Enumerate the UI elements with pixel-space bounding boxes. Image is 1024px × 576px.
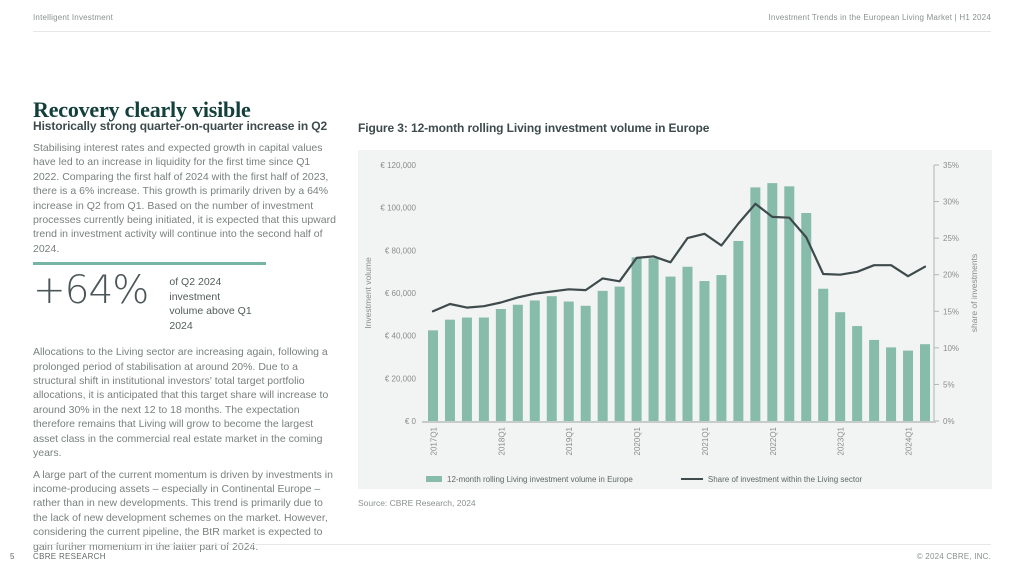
bar-2017Q2: [444, 319, 455, 421]
report-page: Intelligent Investment Investment Trends…: [0, 0, 1024, 576]
bar-2023Q3: [869, 339, 880, 421]
stat-caption-line-1: of Q2 2024 investment: [169, 276, 222, 303]
bar-2023Q1: [835, 312, 846, 421]
svg-text:35%: 35%: [943, 161, 959, 170]
svg-text:€ 40,000: € 40,000: [385, 332, 417, 341]
share-line: [431, 202, 927, 313]
svg-text:€ 60,000: € 60,000: [385, 289, 417, 298]
header-divider: [33, 31, 991, 32]
svg-text:20%: 20%: [943, 271, 959, 280]
bar-2020Q3: [665, 276, 676, 421]
legend-volume-label: 12-month rolling Living investment volum…: [447, 474, 633, 484]
paragraph-1: Stabilising interest rates and expected …: [33, 142, 336, 255]
footer-copyright: © 2024 CBRE, INC.: [916, 552, 991, 561]
article-column: Historically strong quarter-on-quarter i…: [33, 119, 355, 561]
paragraph-2: Allocations to the Living sector are inc…: [33, 346, 329, 460]
bar-2019Q3: [597, 290, 608, 421]
right-axis: 0% 5% 10% 15% 20% 25% 30% 35%: [933, 161, 959, 426]
stat-value: +64%: [33, 268, 149, 314]
svg-text:€ 0: € 0: [405, 417, 417, 426]
legend-share-label: Share of investment within the Living se…: [707, 474, 863, 484]
bar-2017Q3: [461, 317, 472, 421]
left-axis-labels: € 0 € 20,000 € 40,000 € 60,000 € 80,000 € 100…: [380, 161, 416, 426]
bar-2022Q4: [818, 288, 829, 421]
bar-2018Q4: [546, 296, 557, 421]
svg-text:10%: 10%: [943, 344, 959, 353]
bar-2019Q4: [614, 286, 625, 421]
page-number: 5: [10, 552, 15, 561]
bar-2021Q1: [699, 281, 710, 421]
svg-text:€ 20,000: € 20,000: [385, 374, 417, 383]
svg-text:2019Q1: 2019Q1: [565, 426, 574, 455]
header-right-label: Investment Trends in the European Living…: [768, 13, 991, 22]
legend-item-share: Share of investment within the Living se…: [680, 474, 863, 484]
svg-text:5%: 5%: [943, 380, 955, 389]
x-axis-labels: 2017Q1 2018Q1 2019Q1 2020Q1 2021Q1 2022Q1 2023…: [430, 426, 914, 455]
chart-legend: 12-month rolling Living investment volum…: [358, 465, 992, 493]
left-axis-title: Investment volume: [363, 257, 373, 329]
svg-text:0%: 0%: [943, 417, 955, 426]
svg-text:2024Q1: 2024Q1: [905, 426, 914, 455]
chart-panel: € 0 € 20,000 € 40,000 € 60,000 € 80,000 € 100…: [358, 150, 992, 489]
svg-text:2022Q1: 2022Q1: [769, 426, 778, 455]
stat-caption: of Q2 2024 investment volume above Q1 20…: [169, 275, 266, 333]
bar-2017Q1: [428, 330, 438, 421]
bar-2020Q1: [631, 257, 642, 421]
bar-2020Q2: [648, 258, 659, 421]
living-investment-chart: € 0 € 20,000 € 40,000 € 60,000 € 80,000 € 100…: [363, 161, 979, 455]
bar-2018Q3: [529, 300, 540, 421]
bar-2018Q1: [495, 309, 506, 421]
bar-2021Q2: [716, 275, 727, 421]
bar-2019Q1: [563, 301, 574, 421]
bar-2018Q2: [512, 304, 523, 421]
bar-2022Q1: [767, 183, 778, 421]
svg-text:2023Q1: 2023Q1: [837, 426, 846, 455]
svg-text:2018Q1: 2018Q1: [497, 426, 506, 455]
section-heading: Historically strong quarter-on-quarter i…: [33, 119, 328, 133]
bar-2020Q4: [682, 266, 693, 421]
bar-2017Q4: [478, 317, 489, 421]
legend-line-swatch: [680, 477, 703, 481]
bar-2024Q1: [903, 350, 914, 421]
stat-callout: +64% of Q2 2024 investment volume above …: [33, 262, 266, 333]
svg-text:2017Q1: 2017Q1: [430, 426, 439, 455]
bar-2023Q4: [886, 347, 897, 421]
figure-column: Figure 3: 12-month rolling Living invest…: [358, 121, 992, 508]
bar-2021Q4: [750, 187, 761, 421]
stat-caption-line-2: volume above Q1 2024: [169, 305, 252, 332]
bar-2019Q2: [580, 305, 591, 421]
svg-text:€ 80,000: € 80,000: [385, 246, 417, 255]
bar-2023Q2: [852, 326, 863, 421]
footer-left-label: CBRE RESEARCH: [33, 552, 106, 561]
svg-text:25%: 25%: [943, 234, 959, 243]
footer-divider: [33, 544, 991, 545]
bar-2021Q3: [733, 240, 744, 421]
source-note: Source: CBRE Research, 2024: [358, 498, 476, 508]
legend-item-volume: 12-month rolling Living investment volum…: [426, 475, 633, 484]
figure-title: Figure 3: 12-month rolling Living invest…: [358, 121, 710, 135]
bar-2024Q2: [920, 344, 931, 421]
right-axis-title: share of investments: [969, 254, 979, 332]
svg-text:€ 100,000: € 100,000: [380, 204, 416, 213]
header-left-label: Intelligent Investment: [33, 13, 113, 22]
svg-text:€ 120,000: € 120,000: [380, 161, 416, 170]
svg-text:30%: 30%: [943, 198, 959, 207]
legend-bar-swatch: [426, 476, 442, 482]
svg-text:2020Q1: 2020Q1: [633, 426, 642, 455]
svg-text:15%: 15%: [943, 307, 959, 316]
paragraph-3: A large part of the current momentum is …: [33, 468, 333, 553]
svg-text:2021Q1: 2021Q1: [701, 426, 710, 455]
